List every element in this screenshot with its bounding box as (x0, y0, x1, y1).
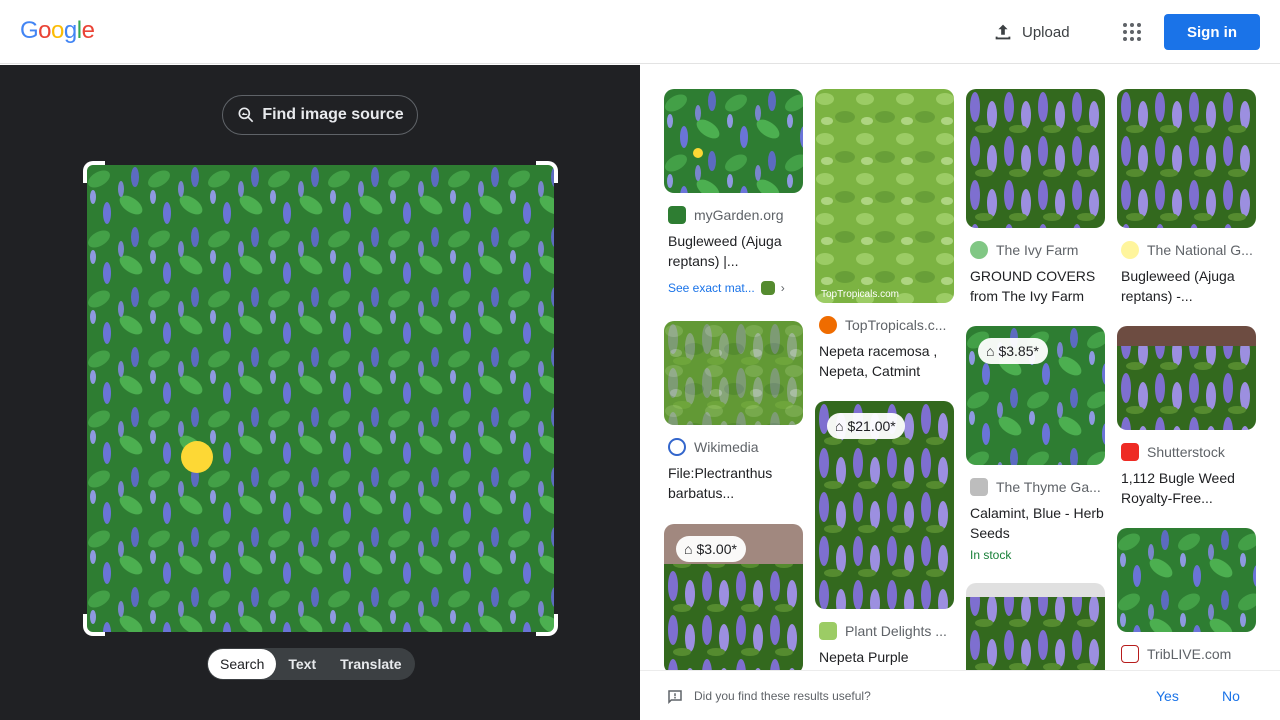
result-title[interactable]: Bugleweed (Ajuga reptans) |... (668, 231, 803, 271)
result-card[interactable]: The National G... Bugleweed (Ajuga repta… (1117, 89, 1256, 314)
result-card[interactable]: ⌂ $3.00* (664, 524, 803, 670)
crop-handle-top-right[interactable] (536, 161, 558, 183)
result-thumbnail[interactable] (966, 89, 1105, 228)
result-thumbnail[interactable] (966, 583, 1105, 670)
price-badge: ⌂ $21.00* (827, 413, 905, 439)
result-title[interactable]: Calamint, Blue - Herb Seeds (970, 503, 1105, 543)
result-thumbnail[interactable] (1117, 326, 1256, 430)
result-thumbnail[interactable] (1117, 89, 1256, 228)
result-source[interactable]: Wikimedia (668, 438, 803, 456)
chevron-right-icon: › (780, 281, 785, 295)
crop-selection[interactable] (83, 161, 558, 636)
wikimedia-favicon (668, 438, 686, 456)
ivyfarm-favicon (970, 241, 988, 259)
price-badge: ⌂ $3.00* (676, 536, 746, 562)
mode-text-tab[interactable]: Text (276, 649, 328, 679)
result-source[interactable]: The Thyme Ga... (970, 478, 1105, 496)
result-source[interactable]: Shutterstock (1121, 443, 1256, 461)
feedback-no-button[interactable]: No (1222, 688, 1240, 704)
see-exact-matches-link[interactable]: See exact mat... › (668, 281, 785, 295)
upload-button[interactable]: Upload (992, 20, 1070, 44)
feedback-bar: Did you find these results useful? Yes N… (640, 670, 1280, 720)
result-title[interactable]: Bugleweed (Ajuga reptans) -... (1121, 266, 1256, 306)
mode-translate-tab[interactable]: Translate (328, 649, 413, 679)
result-card[interactable] (966, 583, 1105, 670)
upload-icon (995, 24, 1011, 40)
result-title[interactable]: Nepeta racemosa , Nepeta, Catmint (819, 341, 954, 381)
sign-in-button[interactable]: Sign in (1164, 14, 1260, 50)
result-card[interactable]: ⌂ $3.85* The Thyme Ga... Calamint, Blue -… (966, 326, 1105, 571)
result-card[interactable]: TribLIVE.com (1117, 528, 1256, 670)
exact-match-thumbnail (760, 281, 775, 295)
mode-search-tab[interactable]: Search (208, 649, 277, 679)
result-source[interactable]: The National G... (1121, 241, 1256, 259)
result-source[interactable]: TopTropicals.c... (819, 316, 954, 334)
result-card[interactable]: ⌂ $21.00* Plant Delights ... Nepeta Purpl… (815, 401, 954, 670)
result-source[interactable]: TribLIVE.com (1121, 645, 1256, 663)
find-image-source-label: Find image source (262, 106, 404, 123)
toptropicals-favicon (819, 316, 837, 334)
result-thumbnail[interactable] (664, 89, 803, 193)
mode-switch: Search Text Translate (207, 648, 415, 680)
feedback-question: Did you find these results useful? (694, 689, 871, 703)
result-title[interactable]: File:Plectranthus barbatus... (668, 463, 803, 503)
result-title[interactable]: 1,112 Bugle Weed Royalty-Free... (1121, 468, 1256, 508)
image-search-icon (238, 107, 254, 123)
result-card[interactable]: Wikimedia File:Plectranthus barbatus... (664, 321, 803, 511)
thymegarden-favicon (970, 478, 988, 496)
result-thumbnail[interactable] (1117, 528, 1256, 632)
nationalgarden-favicon (1121, 241, 1139, 259)
result-source[interactable]: Plant Delights ... (819, 622, 954, 640)
image-watermark: TopTropicals.com (821, 289, 899, 300)
query-image-panel: Find image source Search Text Translate (0, 65, 640, 720)
crop-handle-bottom-left[interactable] (83, 614, 105, 636)
google-logo[interactable]: Google (20, 17, 95, 45)
query-image (87, 165, 554, 632)
shutterstock-favicon (1121, 443, 1139, 461)
result-card[interactable]: Shutterstock 1,112 Bugle Weed Royalty-Fr… (1117, 326, 1256, 516)
find-image-source-button[interactable]: Find image source (222, 95, 418, 135)
result-source[interactable]: The Ivy Farm (970, 241, 1105, 259)
price-badge: ⌂ $3.85* (978, 338, 1048, 364)
result-title[interactable]: Nepeta Purple (819, 647, 954, 667)
plantdelights-favicon (819, 622, 837, 640)
top-bar: Google Upload Sign in (0, 0, 1280, 64)
stock-status: In stock (970, 548, 1012, 562)
result-title[interactable]: GROUND COVERS from The Ivy Farm (970, 266, 1105, 306)
crop-handle-bottom-right[interactable] (536, 614, 558, 636)
result-card[interactable]: TopTropicals.com TopTropicals.c... Nepet… (815, 89, 954, 389)
result-card[interactable]: The Ivy Farm GROUND COVERS from The Ivy … (966, 89, 1105, 314)
feedback-icon (668, 690, 682, 705)
mygarden-favicon (668, 206, 686, 224)
result-thumbnail[interactable]: TopTropicals.com (815, 89, 954, 303)
tag-icon: ⌂ (835, 418, 844, 434)
feedback-yes-button[interactable]: Yes (1156, 688, 1179, 704)
crop-handle-top-left[interactable] (83, 161, 105, 183)
result-thumbnail[interactable] (664, 321, 803, 425)
upload-label: Upload (1022, 23, 1070, 41)
apps-grid-icon[interactable] (1120, 20, 1144, 44)
result-card[interactable]: myGarden.org Bugleweed (Ajuga reptans) |… (664, 89, 803, 309)
triblive-favicon (1121, 645, 1139, 663)
result-source[interactable]: myGarden.org (668, 206, 803, 224)
results-grid: myGarden.org Bugleweed (Ajuga reptans) |… (640, 65, 1280, 670)
tag-icon: ⌂ (986, 343, 995, 359)
tag-icon: ⌂ (684, 541, 693, 557)
